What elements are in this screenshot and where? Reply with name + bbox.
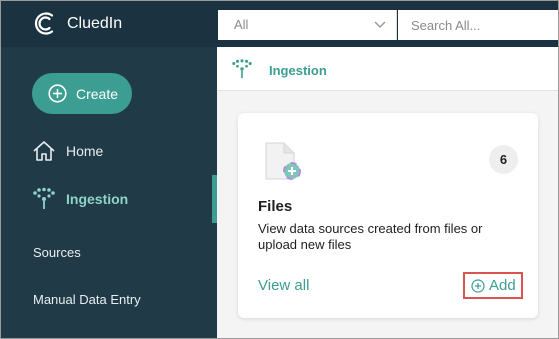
sidebar-item-label: Ingestion [66,191,129,207]
plus-circle-icon [471,278,485,293]
search-scope-select[interactable]: All [218,10,397,40]
search-scope-value: All [234,17,249,32]
create-button-label: Create [76,86,119,102]
add-button[interactable]: Add [463,272,523,299]
sidebar-subitem-manual-data-entry[interactable]: Manual Data Entry [33,292,141,307]
cluedin-logo-icon [34,12,54,35]
create-button[interactable]: Create [32,73,132,114]
file-add-icon [265,142,301,180]
plus-circle-icon [48,84,67,103]
sidebar-subitem-sources[interactable]: Sources [33,245,81,260]
breadcrumb: Ingestion [217,47,559,91]
sidebar-item-ingestion[interactable]: Ingestion [32,187,128,211]
brand-name: CluedIn [67,15,123,32]
add-button-label: Add [489,277,516,294]
card-description: View data sources created from files or … [258,221,483,252]
top-bar: All [217,0,559,47]
sidebar: CluedIn Create Home Ingestion Sources Ma… [0,0,217,339]
active-indicator [212,175,217,223]
sidebar-item-home[interactable]: Home [32,140,103,162]
ingestion-icon [33,187,55,209]
chevron-down-icon [374,21,386,29]
breadcrumb-label[interactable]: Ingestion [269,63,327,78]
card-title: Files [258,198,293,215]
view-all-link[interactable]: View all [258,277,309,294]
home-icon [33,141,55,161]
brand-header: CluedIn [0,0,217,47]
count-badge: 6 [489,145,518,174]
files-card: 6 Files View data sources created from f… [238,113,538,318]
search-input[interactable] [398,10,559,40]
sidebar-item-label: Home [66,143,104,159]
ingestion-icon [232,59,252,79]
